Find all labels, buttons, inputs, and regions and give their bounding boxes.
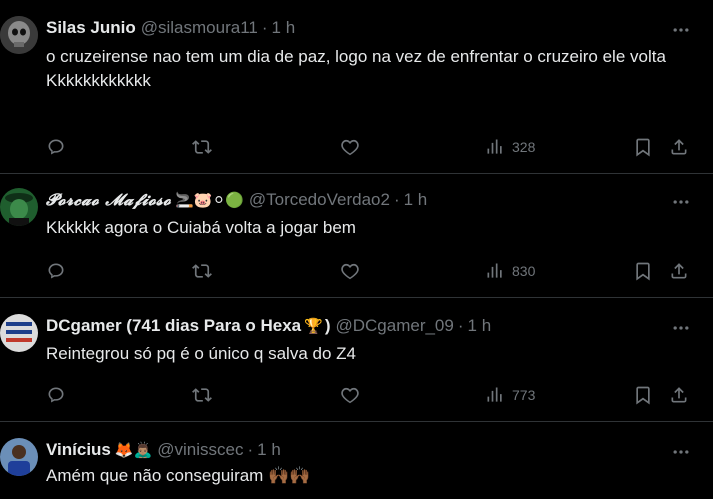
more-dots-icon xyxy=(673,326,689,330)
reply-button[interactable] xyxy=(46,135,66,159)
tweet-text: Amém que não conseguiram 🙌🏾🙌🏾 xyxy=(46,466,311,485)
heart-icon xyxy=(341,387,359,404)
tweet-header: 𝓟𝓸𝓻𝓬𝓪𝓸 𝓜𝓪𝓯𝓲𝓸𝓼𝓸 🚬🐷⚪🟢 @TorcedoVerdao2 · 1 … xyxy=(46,188,427,212)
more-options-button[interactable] xyxy=(669,316,693,340)
name-emojis: 🚬🐷⚪🟢 xyxy=(175,192,244,209)
separator-dot: · xyxy=(457,316,464,335)
display-name[interactable]: DCgamer (741 dias Para o Hexa xyxy=(46,316,301,336)
action-bar: 328 xyxy=(46,135,695,159)
more-options-button[interactable] xyxy=(669,440,693,464)
share-button[interactable] xyxy=(669,383,689,407)
share-icon xyxy=(671,387,687,403)
retweet-icon xyxy=(192,264,212,278)
like-button[interactable] xyxy=(340,259,360,283)
tweet-header: Vinícius 🦊🙇🏽‍♂️ @vinisscec · 1 h xyxy=(46,438,281,462)
views-count: 830 xyxy=(512,263,536,279)
share-button[interactable] xyxy=(669,135,689,159)
timestamp[interactable]: 1 h xyxy=(257,440,281,460)
avatar-mafioso[interactable] xyxy=(0,188,38,226)
avatar-flag[interactable] xyxy=(0,314,38,352)
reply-button[interactable] xyxy=(46,259,66,283)
views-chart-icon xyxy=(487,387,502,402)
tweet-text: o cruzeirense nao tem um dia de paz, log… xyxy=(46,47,666,90)
more-options-button[interactable] xyxy=(669,190,693,214)
bookmark-button[interactable] xyxy=(633,135,653,159)
name-emojis: 🦊🙇🏽‍♂️ xyxy=(114,442,153,459)
views-chart-icon xyxy=(487,139,502,154)
tweet-1[interactable]: Silas Junio @silasmoura11 · 1 h o cruzei… xyxy=(0,0,713,174)
separator-dot: · xyxy=(261,18,268,37)
tweet-text: Kkkkkk agora o Cuiabá volta a jogar bem xyxy=(46,218,356,237)
reply-icon xyxy=(48,263,64,279)
reply-icon xyxy=(48,387,64,403)
timestamp[interactable]: 1 h xyxy=(404,190,428,210)
separator-dot: · xyxy=(247,440,254,459)
more-dots-icon xyxy=(673,200,689,204)
display-name[interactable]: Vinícius xyxy=(46,440,111,460)
reply-button[interactable] xyxy=(46,383,66,407)
user-handle[interactable]: @silasmoura11 xyxy=(141,18,258,38)
tweet-text: Reintegrou só pq é o único q salva do Z4 xyxy=(46,344,356,363)
bookmark-icon xyxy=(636,386,650,405)
retweet-button[interactable] xyxy=(192,259,212,283)
retweet-icon xyxy=(192,388,212,402)
avatar-skull[interactable] xyxy=(0,16,38,54)
bookmark-icon xyxy=(636,262,650,281)
player-avatar-icon xyxy=(0,438,38,476)
share-icon xyxy=(671,139,687,155)
like-button[interactable] xyxy=(340,383,360,407)
retweet-button[interactable] xyxy=(192,135,212,159)
views-button[interactable]: 830 xyxy=(486,259,535,283)
share-icon xyxy=(671,263,687,279)
user-handle[interactable]: @TorcedoVerdao2 xyxy=(249,190,390,210)
bookmark-button[interactable] xyxy=(633,383,653,407)
more-dots-icon xyxy=(673,450,689,454)
like-button[interactable] xyxy=(340,135,360,159)
timestamp[interactable]: 1 h xyxy=(272,18,296,38)
action-bar: 830 xyxy=(46,259,695,283)
trophy-icon: 🏆 xyxy=(304,318,323,335)
views-chart-icon xyxy=(487,263,502,278)
bookmark-button[interactable] xyxy=(633,259,653,283)
retweet-button[interactable] xyxy=(192,383,212,407)
flag-avatar-icon xyxy=(0,314,38,352)
share-button[interactable] xyxy=(669,259,689,283)
tweet-3[interactable]: DCgamer (741 dias Para o Hexa 🏆 ) @DCgam… xyxy=(0,298,713,422)
views-count: 328 xyxy=(512,139,536,155)
tweet-2[interactable]: 𝓟𝓸𝓻𝓬𝓪𝓸 𝓜𝓪𝓯𝓲𝓸𝓼𝓸 🚬🐷⚪🟢 @TorcedoVerdao2 · 1 … xyxy=(0,174,713,298)
more-dots-icon xyxy=(673,28,689,32)
tweet-4[interactable]: Vinícius 🦊🙇🏽‍♂️ @vinisscec · 1 h Amém qu… xyxy=(0,422,713,499)
avatar-player[interactable] xyxy=(0,438,38,476)
user-handle[interactable]: @DCgamer_09 xyxy=(335,316,453,336)
views-count: 773 xyxy=(512,387,536,403)
reply-icon xyxy=(48,139,64,155)
heart-icon xyxy=(341,263,359,280)
separator-dot: · xyxy=(393,190,400,209)
action-bar: 773 xyxy=(46,383,695,407)
retweet-icon xyxy=(192,140,212,154)
timestamp[interactable]: 1 h xyxy=(468,316,492,336)
views-button[interactable]: 328 xyxy=(486,135,535,159)
heart-icon xyxy=(341,139,359,156)
display-name[interactable]: Silas Junio xyxy=(46,18,136,38)
tweet-header: DCgamer (741 dias Para o Hexa 🏆 ) @DCgam… xyxy=(46,314,491,338)
more-options-button[interactable] xyxy=(669,18,693,42)
bookmark-icon xyxy=(636,138,650,157)
skull-avatar-icon xyxy=(0,16,38,54)
display-name[interactable]: 𝓟𝓸𝓻𝓬𝓪𝓸 𝓜𝓪𝓯𝓲𝓸𝓼𝓸 xyxy=(46,190,171,210)
tweet-header: Silas Junio @silasmoura11 · 1 h xyxy=(46,16,295,40)
user-handle[interactable]: @vinisscec xyxy=(157,440,243,460)
display-name-close: ) xyxy=(324,316,331,335)
views-button[interactable]: 773 xyxy=(486,383,535,407)
mafioso-avatar-icon xyxy=(0,188,38,226)
